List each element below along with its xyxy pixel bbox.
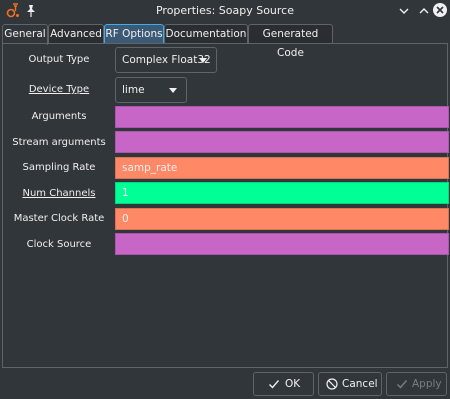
- tab-advanced[interactable]: Advanced: [48, 24, 104, 43]
- arguments-field[interactable]: [115, 106, 449, 128]
- window-title: Properties: Soapy Source: [155, 4, 294, 17]
- ok-button[interactable]: OK: [253, 372, 314, 396]
- device-type-label: Device Type: [28, 84, 90, 95]
- minimize-icon[interactable]: [397, 4, 411, 18]
- chevron-down-icon: [199, 58, 207, 63]
- device-type-value: lime: [122, 84, 145, 96]
- title-bar: Properties: Soapy Source: [0, 0, 450, 22]
- stream-arguments-label: Stream arguments: [12, 137, 106, 148]
- tab-generated-code[interactable]: Generated Code: [248, 24, 333, 59]
- cancel-label: Cancel: [342, 378, 378, 390]
- sampling-rate-label: Sampling Rate: [22, 162, 96, 173]
- clock-source-field[interactable]: [115, 233, 449, 255]
- checkmark-icon: [269, 380, 280, 389]
- master-clock-rate-field[interactable]: 0: [115, 208, 449, 230]
- arguments-label: Arguments: [31, 111, 87, 122]
- num-channels-label: Num Channels: [22, 188, 96, 199]
- cancel-icon: [326, 378, 338, 390]
- tab-general[interactable]: General: [2, 24, 48, 45]
- maximize-icon[interactable]: [417, 4, 431, 18]
- output-type-combo[interactable]: Complex Float32: [115, 47, 217, 73]
- master-clock-rate-label: Master Clock Rate: [13, 213, 105, 224]
- output-type-label: Output Type: [28, 54, 90, 65]
- apply-button[interactable]: Apply: [386, 372, 447, 396]
- chevron-down-icon: [169, 88, 177, 93]
- tab-documentation[interactable]: Documentation: [164, 24, 248, 43]
- tab-bar: General Advanced RF Options Documentatio…: [0, 24, 450, 59]
- cancel-button[interactable]: Cancel: [318, 372, 382, 396]
- tab-rf-options[interactable]: RF Options: [104, 24, 164, 43]
- checkmark-icon: [397, 380, 408, 389]
- num-channels-field[interactable]: 1: [115, 182, 449, 204]
- clock-source-label: Clock Source: [26, 239, 92, 250]
- sampling-rate-field[interactable]: samp_rate: [115, 157, 449, 179]
- apply-label: Apply: [412, 378, 442, 390]
- output-type-value: Complex Float32: [122, 54, 211, 66]
- ok-label: OK: [285, 378, 301, 390]
- stream-arguments-field[interactable]: [115, 131, 449, 153]
- close-icon[interactable]: [433, 3, 447, 17]
- device-type-combo[interactable]: lime: [115, 77, 187, 103]
